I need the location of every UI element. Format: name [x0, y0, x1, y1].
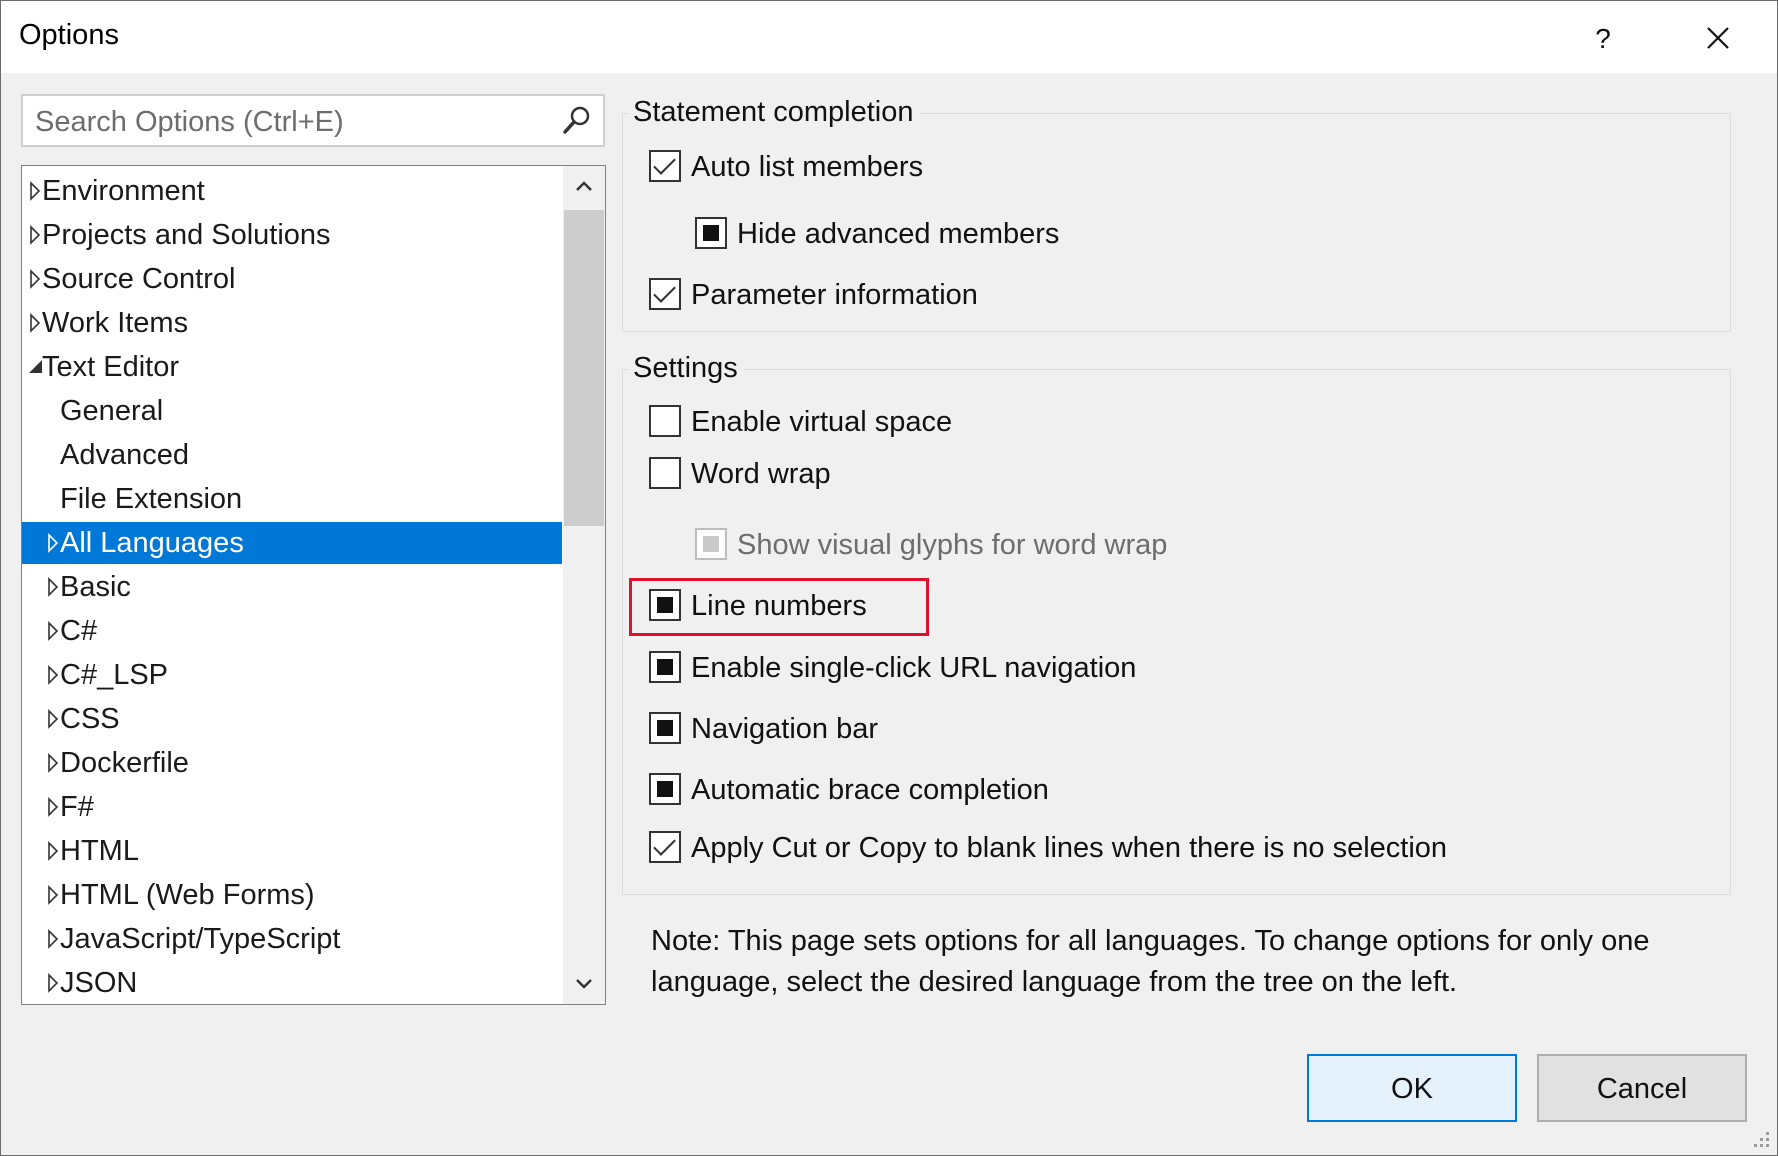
scroll-thumb[interactable]: [564, 210, 604, 526]
tree-item-label: File Extension: [60, 483, 243, 515]
tree-item[interactable]: JavaScript/TypeScript: [22, 918, 562, 960]
tree-item-label: JavaScript/TypeScript: [60, 923, 341, 955]
checkbox-label: Apply Cut or Copy to blank lines when th…: [691, 832, 1448, 864]
tree-item[interactable]: HTML (Web Forms): [22, 874, 562, 916]
tree-item[interactable]: JSON: [22, 962, 562, 1004]
search-input[interactable]: [33, 103, 537, 141]
tree-item[interactable]: F#: [22, 786, 562, 828]
tree-item[interactable]: C#_LSP: [22, 654, 562, 696]
tree-item-label: Environment: [42, 175, 205, 207]
window-title: Options: [19, 19, 119, 51]
checkbox[interactable]: [649, 405, 681, 437]
tree-item-label: All Languages: [60, 527, 244, 559]
settings-label: Settings: [629, 352, 744, 385]
ok-button[interactable]: OK: [1307, 1054, 1517, 1122]
search-box[interactable]: [21, 94, 605, 147]
scroll-up-button[interactable]: [563, 166, 605, 208]
tree-item-label: Projects and Solutions: [42, 219, 331, 251]
checkbox-label: Navigation bar: [691, 713, 878, 745]
tree-item[interactable]: Text Editor: [22, 346, 562, 388]
search-icon[interactable]: [561, 104, 593, 136]
checkbox-label: Enable single-click URL navigation: [691, 652, 1137, 684]
tree-scrollbar[interactable]: [563, 166, 605, 1004]
tree-item[interactable]: Advanced: [22, 434, 562, 476]
tree-item-label: JSON: [60, 967, 138, 999]
checkbox[interactable]: [649, 150, 681, 182]
tree-item-label: C#_LSP: [60, 659, 169, 691]
checkbox-label: Show visual glyphs for word wrap: [737, 529, 1168, 561]
checkbox[interactable]: [649, 773, 681, 805]
checkbox[interactable]: [649, 712, 681, 744]
checkbox[interactable]: [649, 651, 681, 683]
checkbox-label: Automatic brace completion: [691, 774, 1049, 806]
tree-item[interactable]: HTML: [22, 830, 562, 872]
checkbox-label: Word wrap: [691, 458, 831, 490]
close-icon: [1707, 27, 1729, 49]
tree-item[interactable]: C#: [22, 610, 562, 652]
tree-item-label: Source Control: [42, 263, 236, 295]
checkbox-label: Enable virtual space: [691, 406, 953, 438]
checkbox-label: Parameter information: [691, 279, 978, 311]
title-bar: Options ?: [1, 1, 1777, 73]
tree-item[interactable]: General: [22, 390, 562, 432]
tree-item-label: Dockerfile: [60, 747, 189, 779]
tree-item-label: HTML (Web Forms): [60, 879, 315, 911]
checkbox-label: Auto list members: [691, 151, 924, 183]
line-numbers-highlight: [629, 578, 929, 636]
tree-item-label: HTML: [60, 835, 139, 867]
tree-item[interactable]: Source Control: [22, 258, 562, 300]
scroll-down-button[interactable]: [563, 962, 605, 1004]
tree-item-label: F#: [60, 791, 94, 823]
tree-item-label: CSS: [60, 703, 120, 735]
options-tree[interactable]: Environment Projects and Solutions Source …: [21, 165, 606, 1005]
tree-item-label: Basic: [60, 571, 131, 603]
tree-item-label: C#: [60, 615, 98, 647]
statement-completion-label: Statement completion: [629, 96, 920, 129]
tree-item[interactable]: Work Items: [22, 302, 562, 344]
tree-item[interactable]: Basic: [22, 566, 562, 608]
options-dialog: Options ? Environment Projects and Soluti…: [0, 0, 1778, 1156]
cancel-button[interactable]: Cancel: [1537, 1054, 1747, 1122]
checkbox[interactable]: [695, 217, 727, 249]
note-text: Note: This page sets options for all lan…: [651, 925, 1650, 998]
tree-item-label: Work Items: [42, 307, 189, 339]
tree-item[interactable]: File Extension: [22, 478, 562, 520]
tree-item-label: Text Editor: [42, 351, 179, 383]
tree-item[interactable]: Environment: [22, 170, 562, 212]
checkbox[interactable]: [649, 831, 681, 863]
resize-grip-icon[interactable]: [1751, 1129, 1771, 1149]
checkbox: [695, 528, 727, 560]
checkbox-label: Hide advanced members: [737, 218, 1060, 250]
checkbox[interactable]: [649, 457, 681, 489]
tree-item[interactable]: Projects and Solutions: [22, 214, 562, 256]
help-button[interactable]: ?: [1571, 17, 1635, 61]
tree-item-label: Advanced: [60, 439, 189, 471]
chevron-up-icon: [576, 181, 592, 191]
chevron-down-icon: [576, 979, 592, 989]
close-button[interactable]: [1687, 15, 1751, 61]
checkbox[interactable]: [649, 278, 681, 310]
tree-item[interactable]: All Languages: [22, 522, 562, 564]
tree-item[interactable]: CSS: [22, 698, 562, 740]
tree-item-label: General: [60, 395, 164, 427]
tree-item[interactable]: Dockerfile: [22, 742, 562, 784]
